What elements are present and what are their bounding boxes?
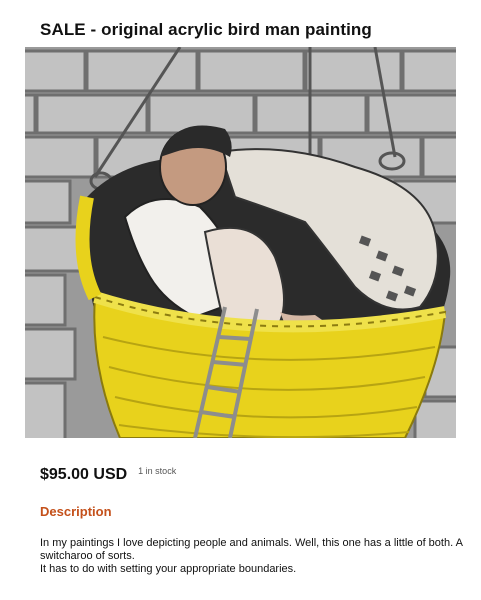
product-image[interactable]	[25, 47, 456, 438]
stock-status: 1 in stock	[138, 466, 177, 476]
price: $95.00 USD	[40, 466, 128, 483]
description-heading: Description	[40, 504, 112, 519]
description-paragraph: In my paintings I love depicting people …	[40, 537, 463, 562]
price-row: $95.00 USD 1 in stock	[40, 466, 176, 484]
description-body: In my paintings I love depicting people …	[40, 537, 465, 576]
product-page: SALE - original acrylic bird man paintin…	[0, 0, 481, 600]
product-title: SALE - original acrylic bird man paintin…	[40, 20, 372, 39]
description-paragraph: It has to do with setting your appropria…	[40, 563, 297, 575]
